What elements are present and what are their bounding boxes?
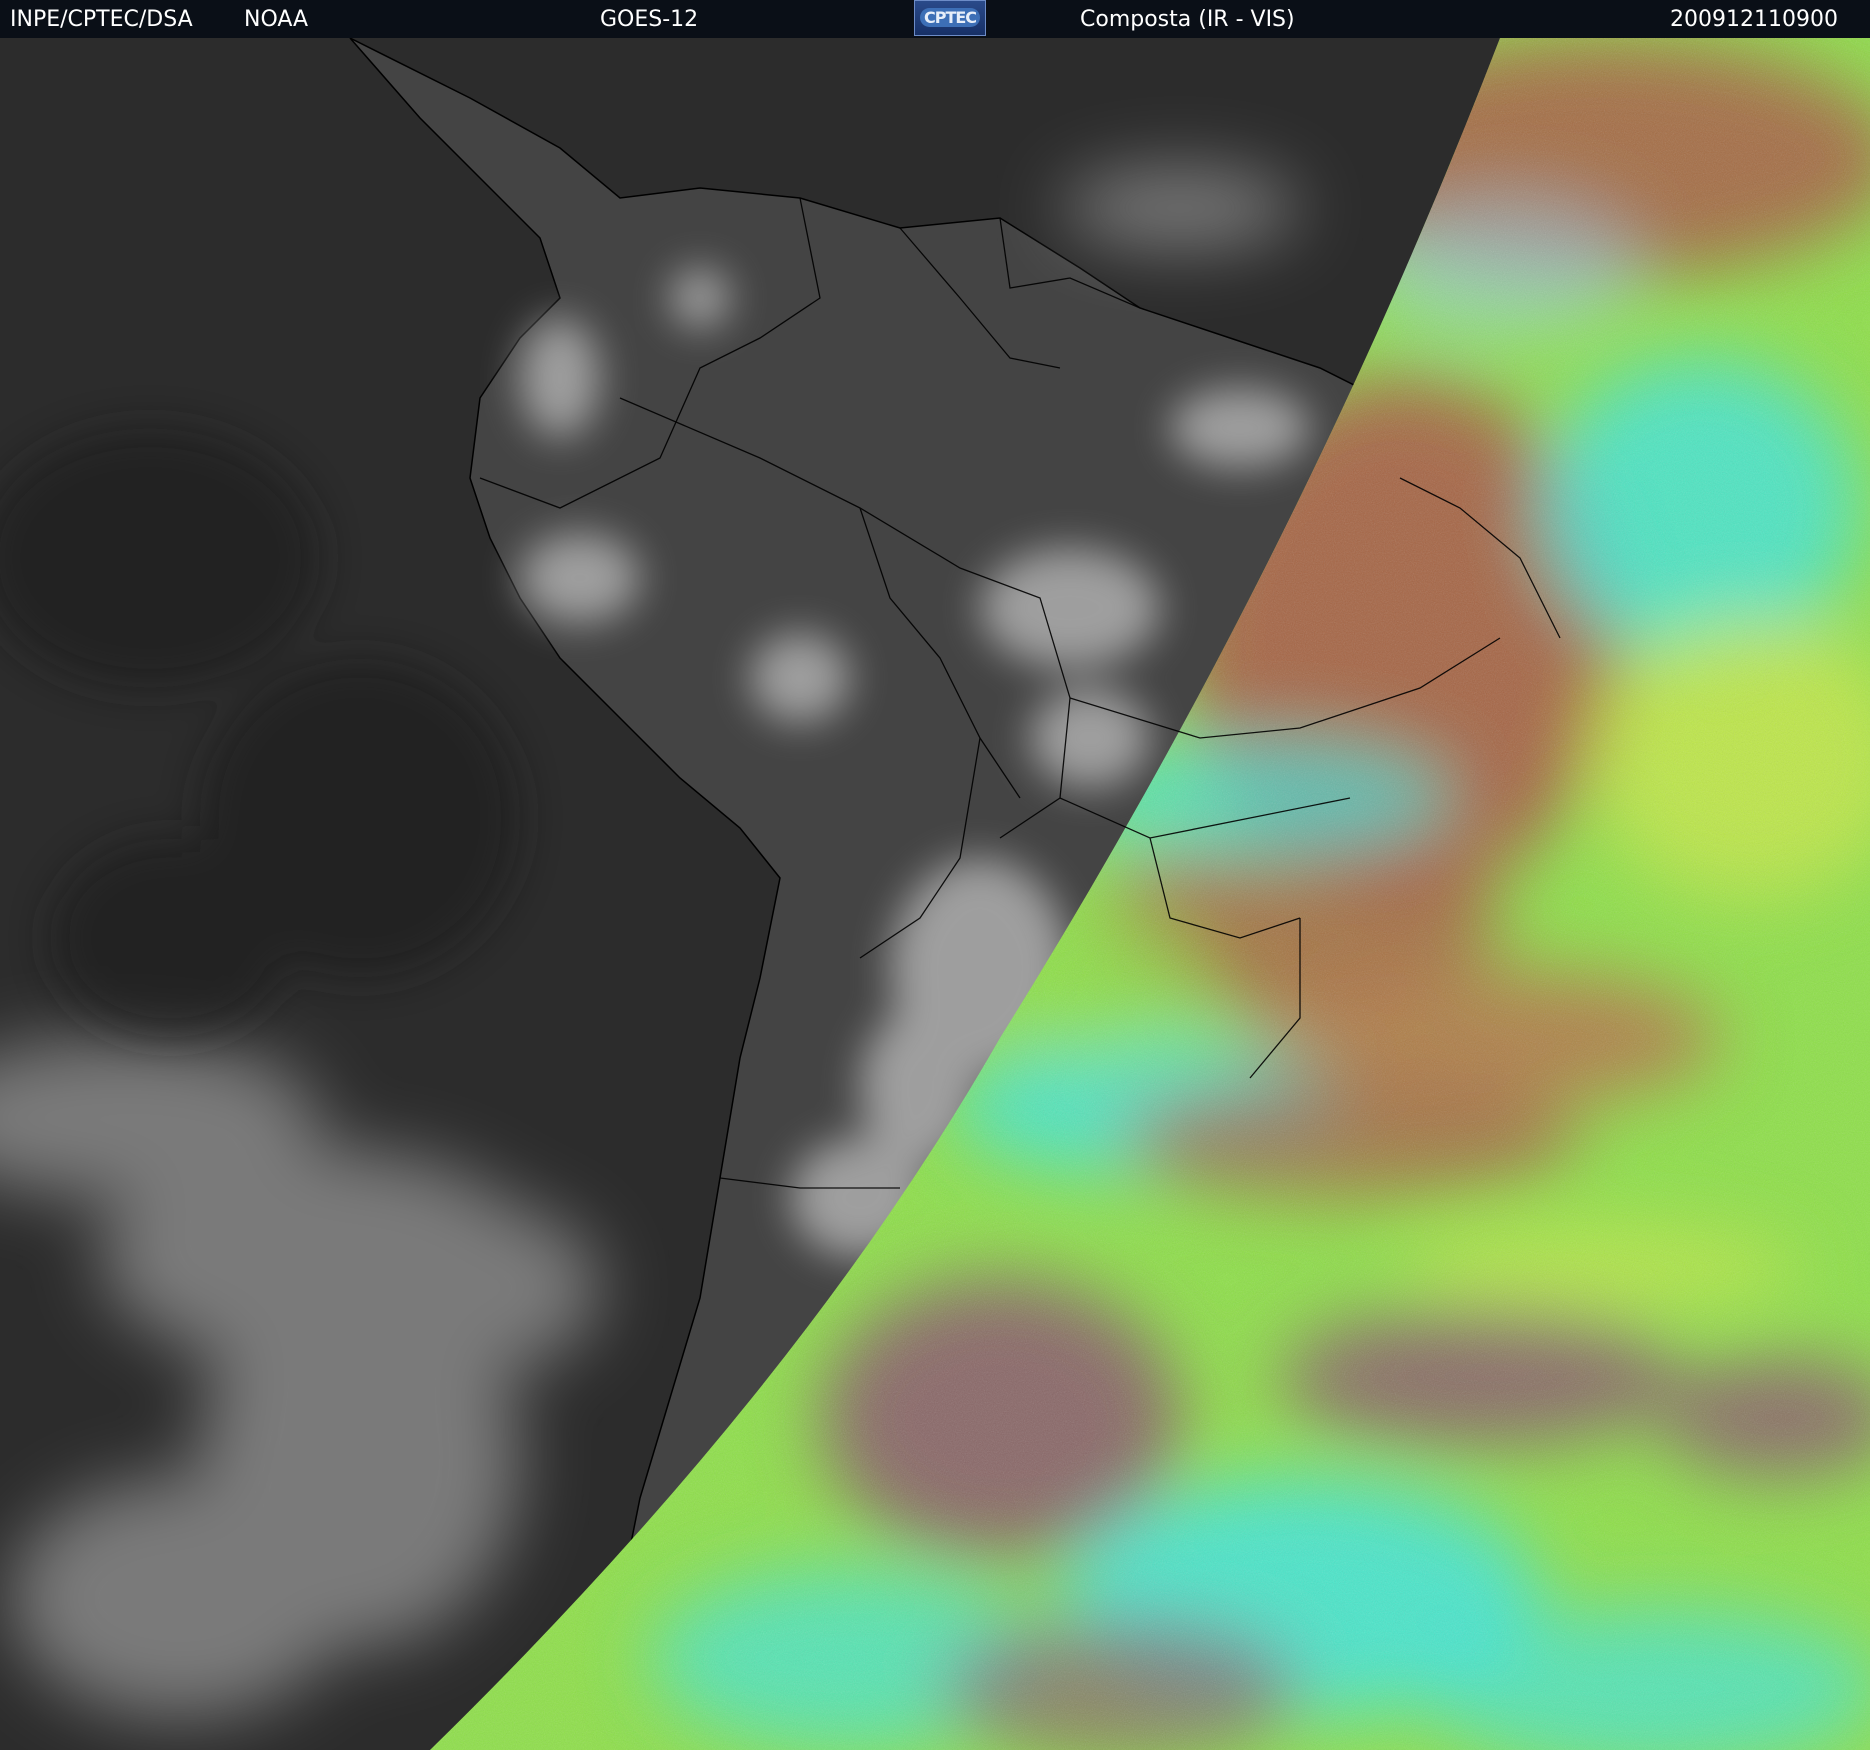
header-bar: INPE/CPTEC/DSA NOAA GOES-12 CPTEC Compos… xyxy=(0,0,1870,38)
satellite-image xyxy=(0,38,1870,1750)
agency-label: NOAA xyxy=(244,7,309,32)
satellite-label: GOES-12 xyxy=(600,7,699,32)
cptec-logo-icon: CPTEC xyxy=(914,0,986,36)
logo-text: CPTEC xyxy=(919,8,981,27)
product-label: Composta (IR - VIS) xyxy=(1080,7,1295,32)
organization-label: INPE/CPTEC/DSA xyxy=(10,7,193,32)
timestamp-label: 200912110900 xyxy=(1670,7,1838,32)
